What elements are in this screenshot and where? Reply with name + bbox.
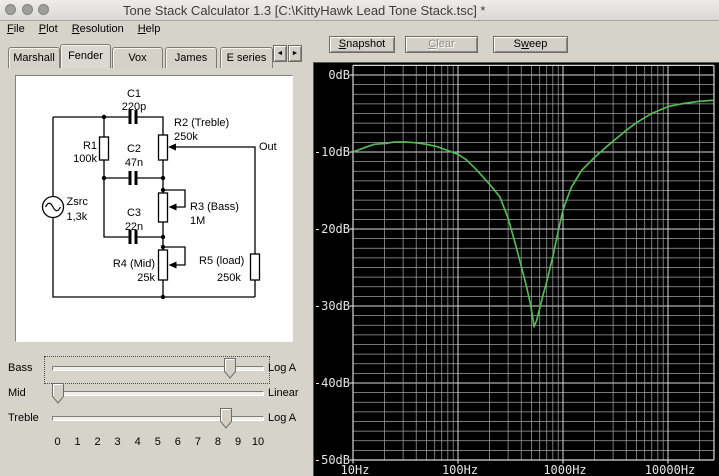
app-window: Tone Stack Calculator 1.3 [C:\KittyHawk … bbox=[0, 0, 719, 476]
menubar: File Plot Resolution Help bbox=[0, 21, 167, 38]
resistor-r2 bbox=[157, 134, 169, 161]
scale-tick-label: 10 bbox=[251, 436, 265, 448]
label-zsrc-value: 1,3k bbox=[67, 211, 88, 223]
sweep-button[interactable]: Sweep bbox=[493, 36, 568, 53]
circuit-schematic: C1 220p R2 (Treble) 250k R1 100k C2 47n … bbox=[41, 88, 277, 300]
snapshot-button[interactable]: Snapshot bbox=[329, 36, 395, 53]
svg-text:10000Hz: 10000Hz bbox=[645, 463, 696, 476]
svg-text:10Hz: 10Hz bbox=[341, 463, 370, 476]
svg-text:0dB: 0dB bbox=[328, 68, 350, 82]
svg-text:1000Hz: 1000Hz bbox=[543, 463, 586, 476]
resistor-r4 bbox=[157, 249, 169, 281]
scale-tick-label: 3 bbox=[114, 436, 121, 448]
window-zoom-icon[interactable] bbox=[38, 4, 49, 15]
resistor-r5 bbox=[249, 253, 261, 281]
resistor-r1 bbox=[98, 136, 110, 161]
mid-slider-thumb[interactable] bbox=[52, 383, 64, 404]
scale-tick-label: 7 bbox=[194, 436, 201, 448]
frequency-response-plot: 0dB -10dB -20dB -30dB -40dB -50dB 10Hz 100Hz 100… bbox=[313, 62, 719, 476]
label-r2-value: 250k bbox=[174, 131, 198, 143]
menu-help[interactable]: Help bbox=[131, 21, 168, 38]
r3-wiper-arrow bbox=[168, 203, 177, 211]
label-r3-value: 1M bbox=[190, 215, 205, 227]
scale-tick-label: 1 bbox=[74, 436, 81, 448]
capacitor-c2 bbox=[128, 171, 138, 185]
r4-wiper-arrow bbox=[168, 261, 177, 269]
bass-taper-label: Log A bbox=[268, 362, 297, 374]
tab-fender[interactable]: Fender bbox=[60, 44, 111, 68]
label-c3-name: C3 bbox=[127, 207, 141, 219]
label-r1-value: 100k bbox=[73, 153, 97, 165]
bass-slider-thumb[interactable] bbox=[224, 358, 237, 379]
menu-resolution[interactable]: Resolution bbox=[65, 21, 131, 38]
svg-text:-40dB: -40dB bbox=[314, 376, 350, 390]
label-r1-name: R1 bbox=[83, 140, 97, 152]
menu-file[interactable]: File bbox=[0, 21, 32, 38]
tab-scroll-left-icon[interactable]: ◄ bbox=[273, 45, 287, 62]
tab-marshall[interactable]: Marshall bbox=[8, 47, 60, 68]
svg-text:-20dB: -20dB bbox=[314, 222, 350, 236]
label-out: Out bbox=[259, 141, 277, 153]
tab-scroll-right-icon[interactable]: ► bbox=[288, 45, 302, 62]
svg-text:-10dB: -10dB bbox=[314, 145, 350, 159]
scale-tick-label: 2 bbox=[94, 436, 101, 448]
bass-slider-label: Bass bbox=[8, 362, 33, 374]
label-r5-value: 250k bbox=[217, 272, 241, 284]
label-zsrc-name: Zsrc bbox=[67, 196, 89, 208]
label-c1-value: 220p bbox=[122, 101, 146, 113]
window-close-icon[interactable] bbox=[5, 4, 16, 15]
window-title: Tone Stack Calculator 1.3 [C:\KittyHawk … bbox=[123, 3, 486, 18]
label-c3-value: 22n bbox=[125, 221, 143, 233]
scale-tick-label: 9 bbox=[234, 436, 242, 448]
scale-tick-label: 5 bbox=[154, 436, 161, 448]
titlebar: Tone Stack Calculator 1.3 [C:\KittyHawk … bbox=[0, 0, 719, 21]
plot-canvas: 0dB-10dB-20dB-30dB-40dB-50dB10Hz 100Hz 100… bbox=[314, 64, 715, 476]
label-r5-name: R5 (load) bbox=[199, 255, 244, 267]
tab-james[interactable]: James bbox=[165, 47, 217, 68]
scale-tick-label: 4 bbox=[134, 436, 141, 448]
label-c2-name: C2 bbox=[127, 143, 141, 155]
label-r4-name: R4 (Mid) bbox=[113, 258, 155, 270]
scale-tick-label: 8 bbox=[214, 436, 221, 448]
treble-taper-label: Log A bbox=[268, 412, 297, 424]
scale-tick-label: 6 bbox=[174, 436, 181, 448]
mid-taper-label: Linear bbox=[268, 387, 299, 399]
tab-vox[interactable]: Vox bbox=[112, 47, 163, 68]
window-minimize-icon[interactable] bbox=[22, 4, 33, 15]
label-r3-name: R3 (Bass) bbox=[190, 201, 239, 213]
label-r4-value: 25k bbox=[137, 272, 155, 284]
label-c1-name: C1 bbox=[127, 88, 141, 100]
clear-button[interactable]: Clear bbox=[405, 36, 478, 53]
svg-text:100Hz: 100Hz bbox=[442, 463, 478, 476]
response-curve bbox=[352, 99, 714, 328]
mid-slider-track[interactable] bbox=[52, 391, 264, 396]
resistor-r3 bbox=[157, 192, 169, 223]
menu-plot[interactable]: Plot bbox=[32, 21, 65, 38]
svg-text:-30dB: -30dB bbox=[314, 299, 350, 313]
treble-slider-label: Treble bbox=[8, 412, 39, 424]
treble-slider-thumb[interactable] bbox=[220, 408, 233, 429]
mid-slider-label: Mid bbox=[8, 387, 26, 399]
r2-wiper-arrow bbox=[168, 143, 176, 151]
label-c2-value: 47n bbox=[125, 157, 143, 169]
label-r2-name: R2 (Treble) bbox=[174, 117, 229, 129]
scale-tick-label: 0 bbox=[54, 436, 61, 448]
tab-e-series[interactable]: E series bbox=[220, 47, 273, 68]
circuit-diagram-panel: C1 220p R2 (Treble) 250k R1 100k C2 47n … bbox=[15, 75, 293, 342]
